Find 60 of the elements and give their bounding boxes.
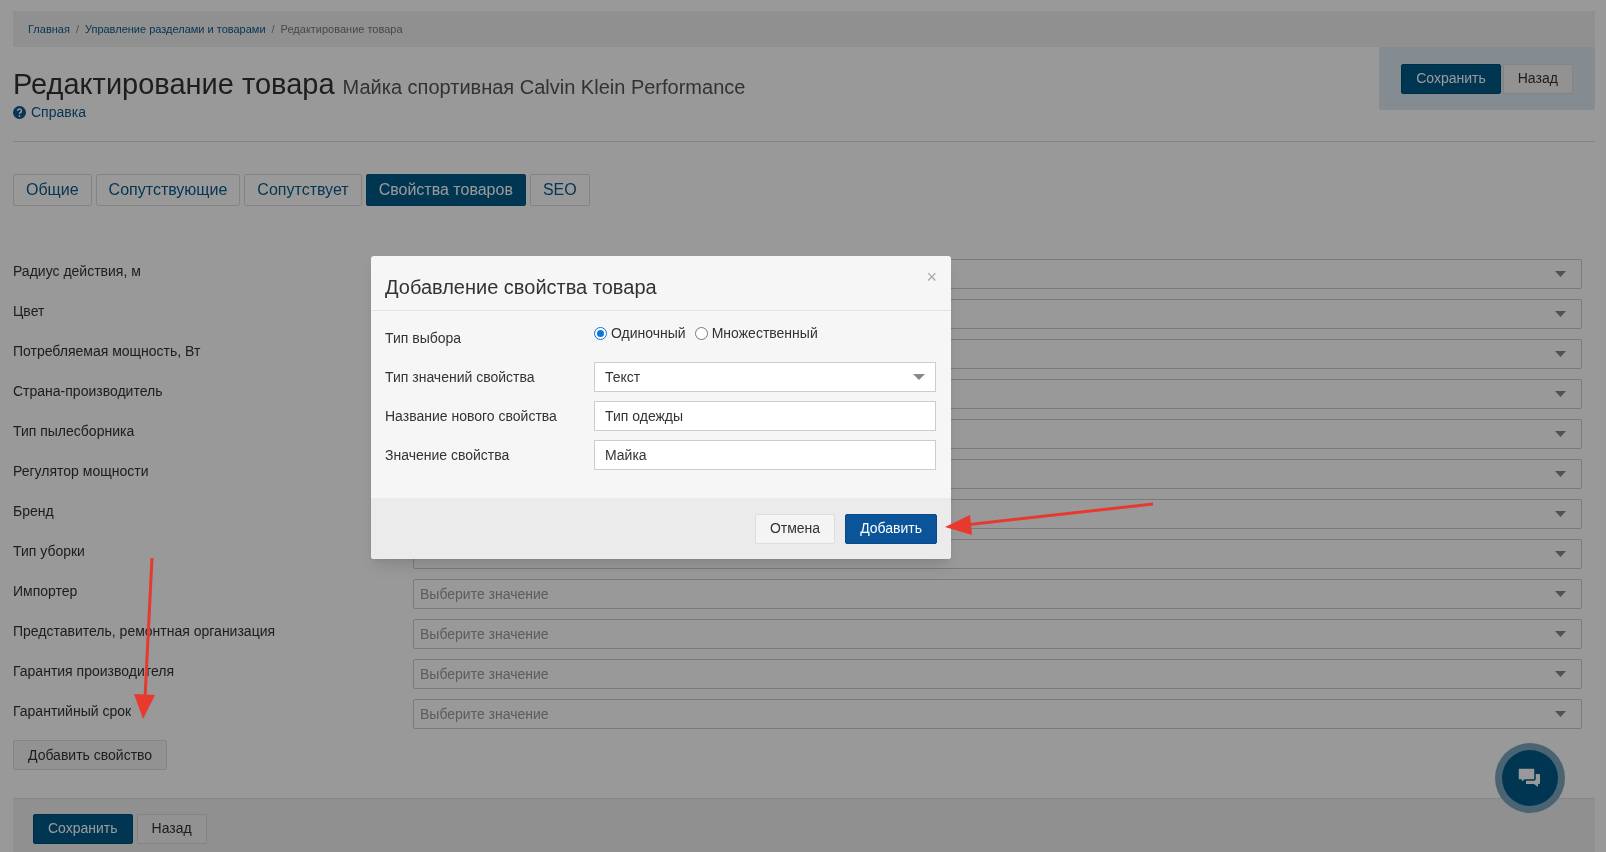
back-button[interactable]: Назад [1502,63,1573,94]
field-label: Тип значений свойства [385,367,536,387]
property-label: Цвет [13,303,45,319]
caret-icon [1555,311,1566,317]
page-title: Редактирование товара [13,67,335,101]
help-link[interactable]: Справка [13,102,86,123]
property-label: Бренд [13,503,54,519]
breadcrumb-link[interactable]: Управление разделами и товарами [84,20,266,38]
tab[interactable]: Свойства товаров [365,174,526,206]
breadcrumb-separator: / [270,21,276,37]
property-label: Страна-производитель [13,383,163,399]
radio-button[interactable] [694,326,708,340]
caret-icon [1555,391,1566,397]
caret-icon [1555,431,1566,437]
input-field[interactable]: Майка [594,440,936,470]
select-field[interactable]: Выберите значение [413,619,1582,649]
property-label: Потребляемая мощность, Вт [13,343,201,359]
chat-bubbles-icon [1518,767,1542,789]
select-field[interactable]: Выберите значение [413,659,1582,689]
caret-icon [1555,711,1566,717]
tab[interactable]: SEO [529,174,590,206]
breadcrumb-current: Редактирование товара [280,21,403,37]
radio-button[interactable] [594,326,607,340]
radio-option[interactable]: Одиночный [594,322,686,344]
property-label: Тип пылесборника [13,423,135,439]
property-label: Импортер [13,583,78,599]
input-field[interactable]: Тип одежды [594,401,936,431]
tab[interactable]: Общие [13,174,92,206]
modal-title: Добавление свойства товара [385,275,657,300]
field-label: Тип выбора [385,328,463,348]
caret-icon [1555,471,1566,477]
property-label: Гарантийный срок [13,703,132,719]
field-label: Значение свойства [385,445,511,465]
property-label: Тип уборки [13,543,85,559]
caret-icon [1555,591,1566,597]
caret-icon [1555,671,1566,677]
help-icon [13,106,26,119]
cancel-button[interactable]: Отмена [754,513,836,544]
breadcrumb-separator: / [74,21,80,37]
add-property-button[interactable]: Добавить свойство [13,740,168,770]
caret-icon [1555,551,1566,557]
field-label: Название нового свойства [385,406,558,426]
tab[interactable]: Сопутствует [244,174,362,206]
caret-icon [1555,351,1566,357]
save-button[interactable]: Сохранить [33,813,133,844]
tab[interactable]: Сопутствующие [95,174,241,206]
select-field[interactable]: Выберите значение [413,699,1582,729]
radio-option[interactable]: Множественный [694,322,818,344]
caret-icon [1555,511,1566,517]
select-field[interactable]: Текст [594,362,936,392]
breadcrumb-link[interactable]: Главная [28,20,70,38]
product-name: Майка спортивная Calvin Klein Performance [342,75,746,100]
property-label: Радиус действия, м [13,263,141,279]
caret-icon [1555,271,1566,277]
caret-icon [1555,631,1566,637]
save-button[interactable]: Сохранить [1401,63,1501,94]
select-field[interactable]: Выберите значение [413,579,1582,609]
back-button[interactable]: Назад [136,813,207,844]
property-label: Регулятор мощности [13,463,149,479]
add-button[interactable]: Добавить [845,513,937,544]
